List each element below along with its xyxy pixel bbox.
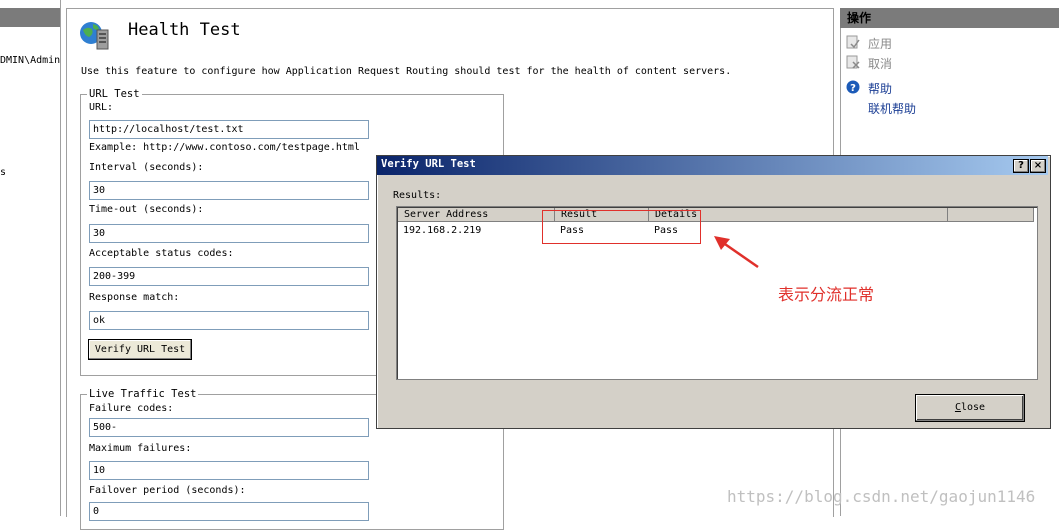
cancel-icon <box>846 55 860 69</box>
help-action[interactable]: 帮助 <box>868 80 892 97</box>
red-arrow-icon <box>714 236 759 269</box>
online-help-action[interactable]: 联机帮助 <box>868 100 916 117</box>
page-description: Use this feature to configure how Applic… <box>81 66 732 77</box>
failure-codes-input[interactable]: 500- <box>89 418 369 437</box>
cancel-action[interactable]: 取消 <box>868 55 892 72</box>
url-input[interactable]: http://localhost/test.txt <box>89 120 369 139</box>
dialog-help-button[interactable]: ? <box>1013 159 1029 173</box>
close-button-label: lose <box>960 402 986 413</box>
live-traffic-legend: Live Traffic Test <box>89 388 197 400</box>
response-match-label: Response match: <box>89 292 180 303</box>
verify-url-test-button[interactable]: Verify URL Test <box>88 339 192 360</box>
dialog-close-icon[interactable]: × <box>1030 159 1046 173</box>
tree-node[interactable]: s <box>0 167 6 178</box>
timeout-input[interactable]: 30 <box>89 224 369 243</box>
tree-pane <box>0 0 61 516</box>
actions-header: 操作 <box>840 8 1059 28</box>
page-title: Health Test <box>128 20 241 40</box>
highlight-box <box>542 210 701 244</box>
failover-period-label: Failover period (seconds): <box>89 485 246 496</box>
failure-codes-label: Failure codes: <box>89 403 174 414</box>
url-test-legend: URL Test <box>89 88 140 100</box>
timeout-label: Time-out (seconds): <box>89 204 204 215</box>
results-label: Results: <box>393 190 442 201</box>
interval-label: Interval (seconds): <box>89 162 204 173</box>
results-list[interactable] <box>396 206 1038 380</box>
url-example-text: Example: http://www.contoso.com/testpage… <box>89 142 360 153</box>
globe-server-icon <box>80 22 109 50</box>
apply-icon <box>846 35 860 49</box>
svg-text:?: ? <box>850 83 856 94</box>
failover-period-input[interactable]: 0 <box>89 502 369 521</box>
watermark: https://blog.csdn.net/gaojun1146 <box>727 487 1036 506</box>
interval-input[interactable]: 30 <box>89 181 369 200</box>
close-button[interactable]: Close <box>915 394 1025 422</box>
url-label: URL: <box>89 102 114 113</box>
dialog-title: Verify URL Test <box>381 158 476 170</box>
max-failures-label: Maximum failures: <box>89 443 192 454</box>
apply-action[interactable]: 应用 <box>868 35 892 52</box>
response-match-input[interactable]: ok <box>89 311 369 330</box>
status-codes-input[interactable]: 200-399 <box>89 267 369 286</box>
table-row-server[interactable]: 192.168.2.219 <box>403 225 481 236</box>
tree-pane-header <box>0 8 60 27</box>
column-header-server-address[interactable]: Server Address <box>398 208 555 222</box>
status-codes-label: Acceptable status codes: <box>89 248 234 259</box>
help-icon: ? <box>846 80 860 94</box>
max-failures-input[interactable]: 10 <box>89 461 369 480</box>
tree-node-admin[interactable]: DMIN\Admin <box>0 55 60 66</box>
dialog-titlebar[interactable] <box>377 156 1048 175</box>
annotation-text: 表示分流正常 <box>778 285 875 304</box>
column-header-filler <box>948 208 1034 222</box>
